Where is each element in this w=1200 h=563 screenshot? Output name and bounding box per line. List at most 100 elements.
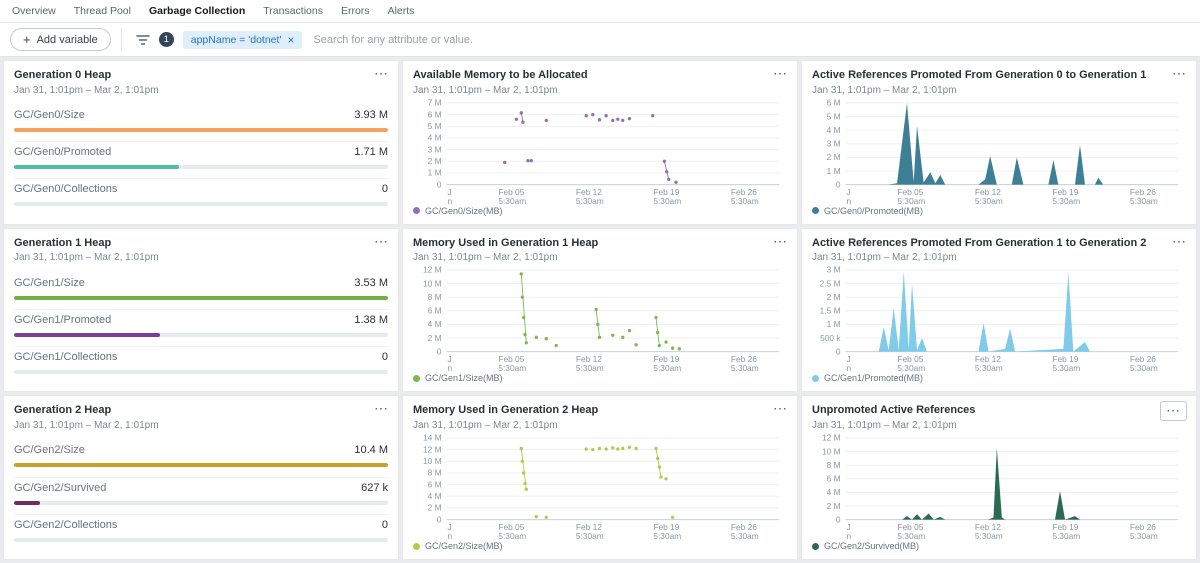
svg-text:5:30am: 5:30am	[1052, 531, 1080, 541]
add-variable-button[interactable]: + Add variable	[10, 28, 111, 51]
legend-label: GC/Gen1/Size(MB)	[425, 373, 503, 383]
chart-plot: 02 M4 M6 M8 M10 M12 M14 MJnFeb 055:30amF…	[413, 433, 787, 541]
metric-row: GC/Gen0/Collections0	[14, 178, 388, 208]
svg-text:6 M: 6 M	[827, 98, 841, 108]
svg-text:5 M: 5 M	[428, 121, 442, 131]
svg-text:0: 0	[836, 514, 841, 524]
svg-text:1.5 M: 1.5 M	[820, 306, 841, 316]
search-input[interactable]	[311, 33, 1186, 47]
svg-text:5:30am: 5:30am	[731, 531, 759, 541]
panel-menu-button[interactable]: ⋯	[374, 234, 389, 249]
svg-text:1 M: 1 M	[827, 166, 841, 176]
svg-text:5:30am: 5:30am	[653, 363, 681, 373]
svg-text:5:30am: 5:30am	[1130, 531, 1158, 541]
svg-text:n: n	[846, 196, 851, 206]
svg-text:5:30am: 5:30am	[897, 363, 925, 373]
filter-icon[interactable]	[136, 34, 150, 46]
panel-menu-button[interactable]: ⋯	[374, 66, 389, 81]
svg-text:3 M: 3 M	[827, 138, 841, 148]
panel-menu-button[interactable]: ⋯	[374, 401, 389, 416]
legend-label: GC/Gen2/Size(MB)	[425, 541, 503, 551]
metric-value: 3.93 M	[354, 109, 388, 121]
metric-value: 1.38 M	[354, 314, 388, 326]
panel-menu-button[interactable]: ⋯	[773, 66, 788, 81]
svg-text:2 M: 2 M	[827, 292, 841, 302]
chart-legend: GC/Gen0/Size(MB)	[413, 206, 787, 216]
svg-text:5:30am: 5:30am	[1052, 196, 1080, 206]
chart-plot: 0500 k1 M1.5 M2 M2.5 M3 MJnFeb 055:30amF…	[812, 265, 1186, 373]
svg-text:5:30am: 5:30am	[975, 196, 1003, 206]
metric-row: GC/Gen2/Size10.4 M	[14, 440, 388, 469]
svg-text:5:30am: 5:30am	[498, 531, 526, 541]
legend-dot	[413, 375, 420, 382]
panel-menu-button[interactable]: ⋯	[1172, 66, 1187, 81]
svg-text:5:30am: 5:30am	[1130, 363, 1158, 373]
svg-text:8 M: 8 M	[428, 292, 442, 302]
remove-filter-icon[interactable]: ×	[287, 34, 294, 46]
tab-garbage-collection[interactable]: Garbage Collection	[149, 5, 245, 17]
panel-menu-button[interactable]: ⋯	[773, 234, 788, 249]
chart-legend: GC/Gen0/Promoted(MB)	[812, 206, 1186, 216]
panel-generation-1-heap: Generation 1 Heap Jan 31, 1:01pm – Mar 2…	[3, 228, 399, 393]
metric-bar	[14, 202, 388, 206]
panel-menu-button[interactable]: ⋯	[1172, 234, 1187, 249]
svg-text:2.5 M: 2.5 M	[820, 279, 841, 289]
panel-gen2-memory: Memory Used in Generation 2 Heap Jan 31,…	[402, 395, 798, 560]
svg-text:8 M: 8 M	[827, 460, 841, 470]
metric-value: 3.53 M	[354, 277, 388, 289]
panel-subtitle: Jan 31, 1:01pm – Mar 2, 1:01pm	[14, 420, 388, 431]
panel-subtitle: Jan 31, 1:01pm – Mar 2, 1:01pm	[812, 85, 1186, 96]
svg-text:7 M: 7 M	[428, 98, 442, 108]
tab-alerts[interactable]: Alerts	[388, 5, 415, 17]
metric-row: GC/Gen2/Collections0	[14, 514, 388, 544]
metric-value: 10.4 M	[354, 444, 388, 456]
svg-text:10 M: 10 M	[423, 456, 442, 466]
metric-list: GC/Gen1/Size3.53 M GC/Gen1/Promoted1.38 …	[14, 265, 388, 383]
metric-bar	[14, 538, 388, 542]
svg-text:5:30am: 5:30am	[975, 363, 1003, 373]
panel-gen1-promotions: Active References Promoted From Generati…	[801, 228, 1197, 393]
tab-overview[interactable]: Overview	[12, 5, 56, 17]
svg-text:5:30am: 5:30am	[653, 531, 681, 541]
metric-value: 627 k	[361, 482, 388, 494]
svg-text:10 M: 10 M	[822, 446, 841, 456]
metric-row: GC/Gen1/Collections0	[14, 346, 388, 376]
svg-text:5:30am: 5:30am	[1052, 363, 1080, 373]
tab-thread-pool[interactable]: Thread Pool	[74, 5, 131, 17]
svg-text:5:30am: 5:30am	[576, 196, 604, 206]
svg-text:2 M: 2 M	[428, 156, 442, 166]
panel-generation-2-heap: Generation 2 Heap Jan 31, 1:01pm – Mar 2…	[3, 395, 399, 560]
svg-text:6 M: 6 M	[428, 306, 442, 316]
metric-bar	[14, 463, 388, 467]
svg-text:10 M: 10 M	[423, 279, 442, 289]
metric-bar	[14, 296, 388, 300]
chart-plot: 01 M2 M3 M4 M5 M6 M7 MJnFeb 055:30amFeb …	[413, 98, 787, 206]
filter-pill[interactable]: appName = 'dotnet' ×	[183, 31, 303, 49]
svg-text:1 M: 1 M	[428, 167, 442, 177]
svg-text:5:30am: 5:30am	[498, 363, 526, 373]
metric-label: GC/Gen0/Promoted	[14, 146, 111, 158]
filter-bar: 1 appName = 'dotnet' ×	[132, 29, 1190, 51]
panel-title: Generation 2 Heap	[14, 404, 388, 418]
metric-bar	[14, 333, 388, 337]
panel-title: Available Memory to be Allocated	[413, 69, 787, 83]
tab-errors[interactable]: Errors	[341, 5, 370, 17]
metric-row: GC/Gen1/Promoted1.38 M	[14, 309, 388, 339]
svg-text:n: n	[447, 363, 452, 373]
svg-text:8 M: 8 M	[428, 468, 442, 478]
panel-gen1-memory: Memory Used in Generation 1 Heap Jan 31,…	[402, 228, 798, 393]
svg-text:4 M: 4 M	[428, 491, 442, 501]
panel-title: Active References Promoted From Generati…	[812, 237, 1186, 251]
svg-text:500 k: 500 k	[820, 333, 841, 343]
metric-row: GC/Gen0/Promoted1.71 M	[14, 141, 388, 171]
metric-bar	[14, 370, 388, 374]
tab-transactions[interactable]: Transactions	[263, 5, 323, 17]
svg-text:2 M: 2 M	[428, 503, 442, 513]
panel-menu-button[interactable]: ⋯	[1160, 401, 1187, 420]
panel-menu-button[interactable]: ⋯	[773, 401, 788, 416]
svg-text:5:30am: 5:30am	[576, 531, 604, 541]
legend-label: GC/Gen1/Promoted(MB)	[824, 373, 923, 383]
legend-dot	[413, 207, 420, 214]
svg-text:6 M: 6 M	[428, 109, 442, 119]
svg-text:5 M: 5 M	[827, 111, 841, 121]
